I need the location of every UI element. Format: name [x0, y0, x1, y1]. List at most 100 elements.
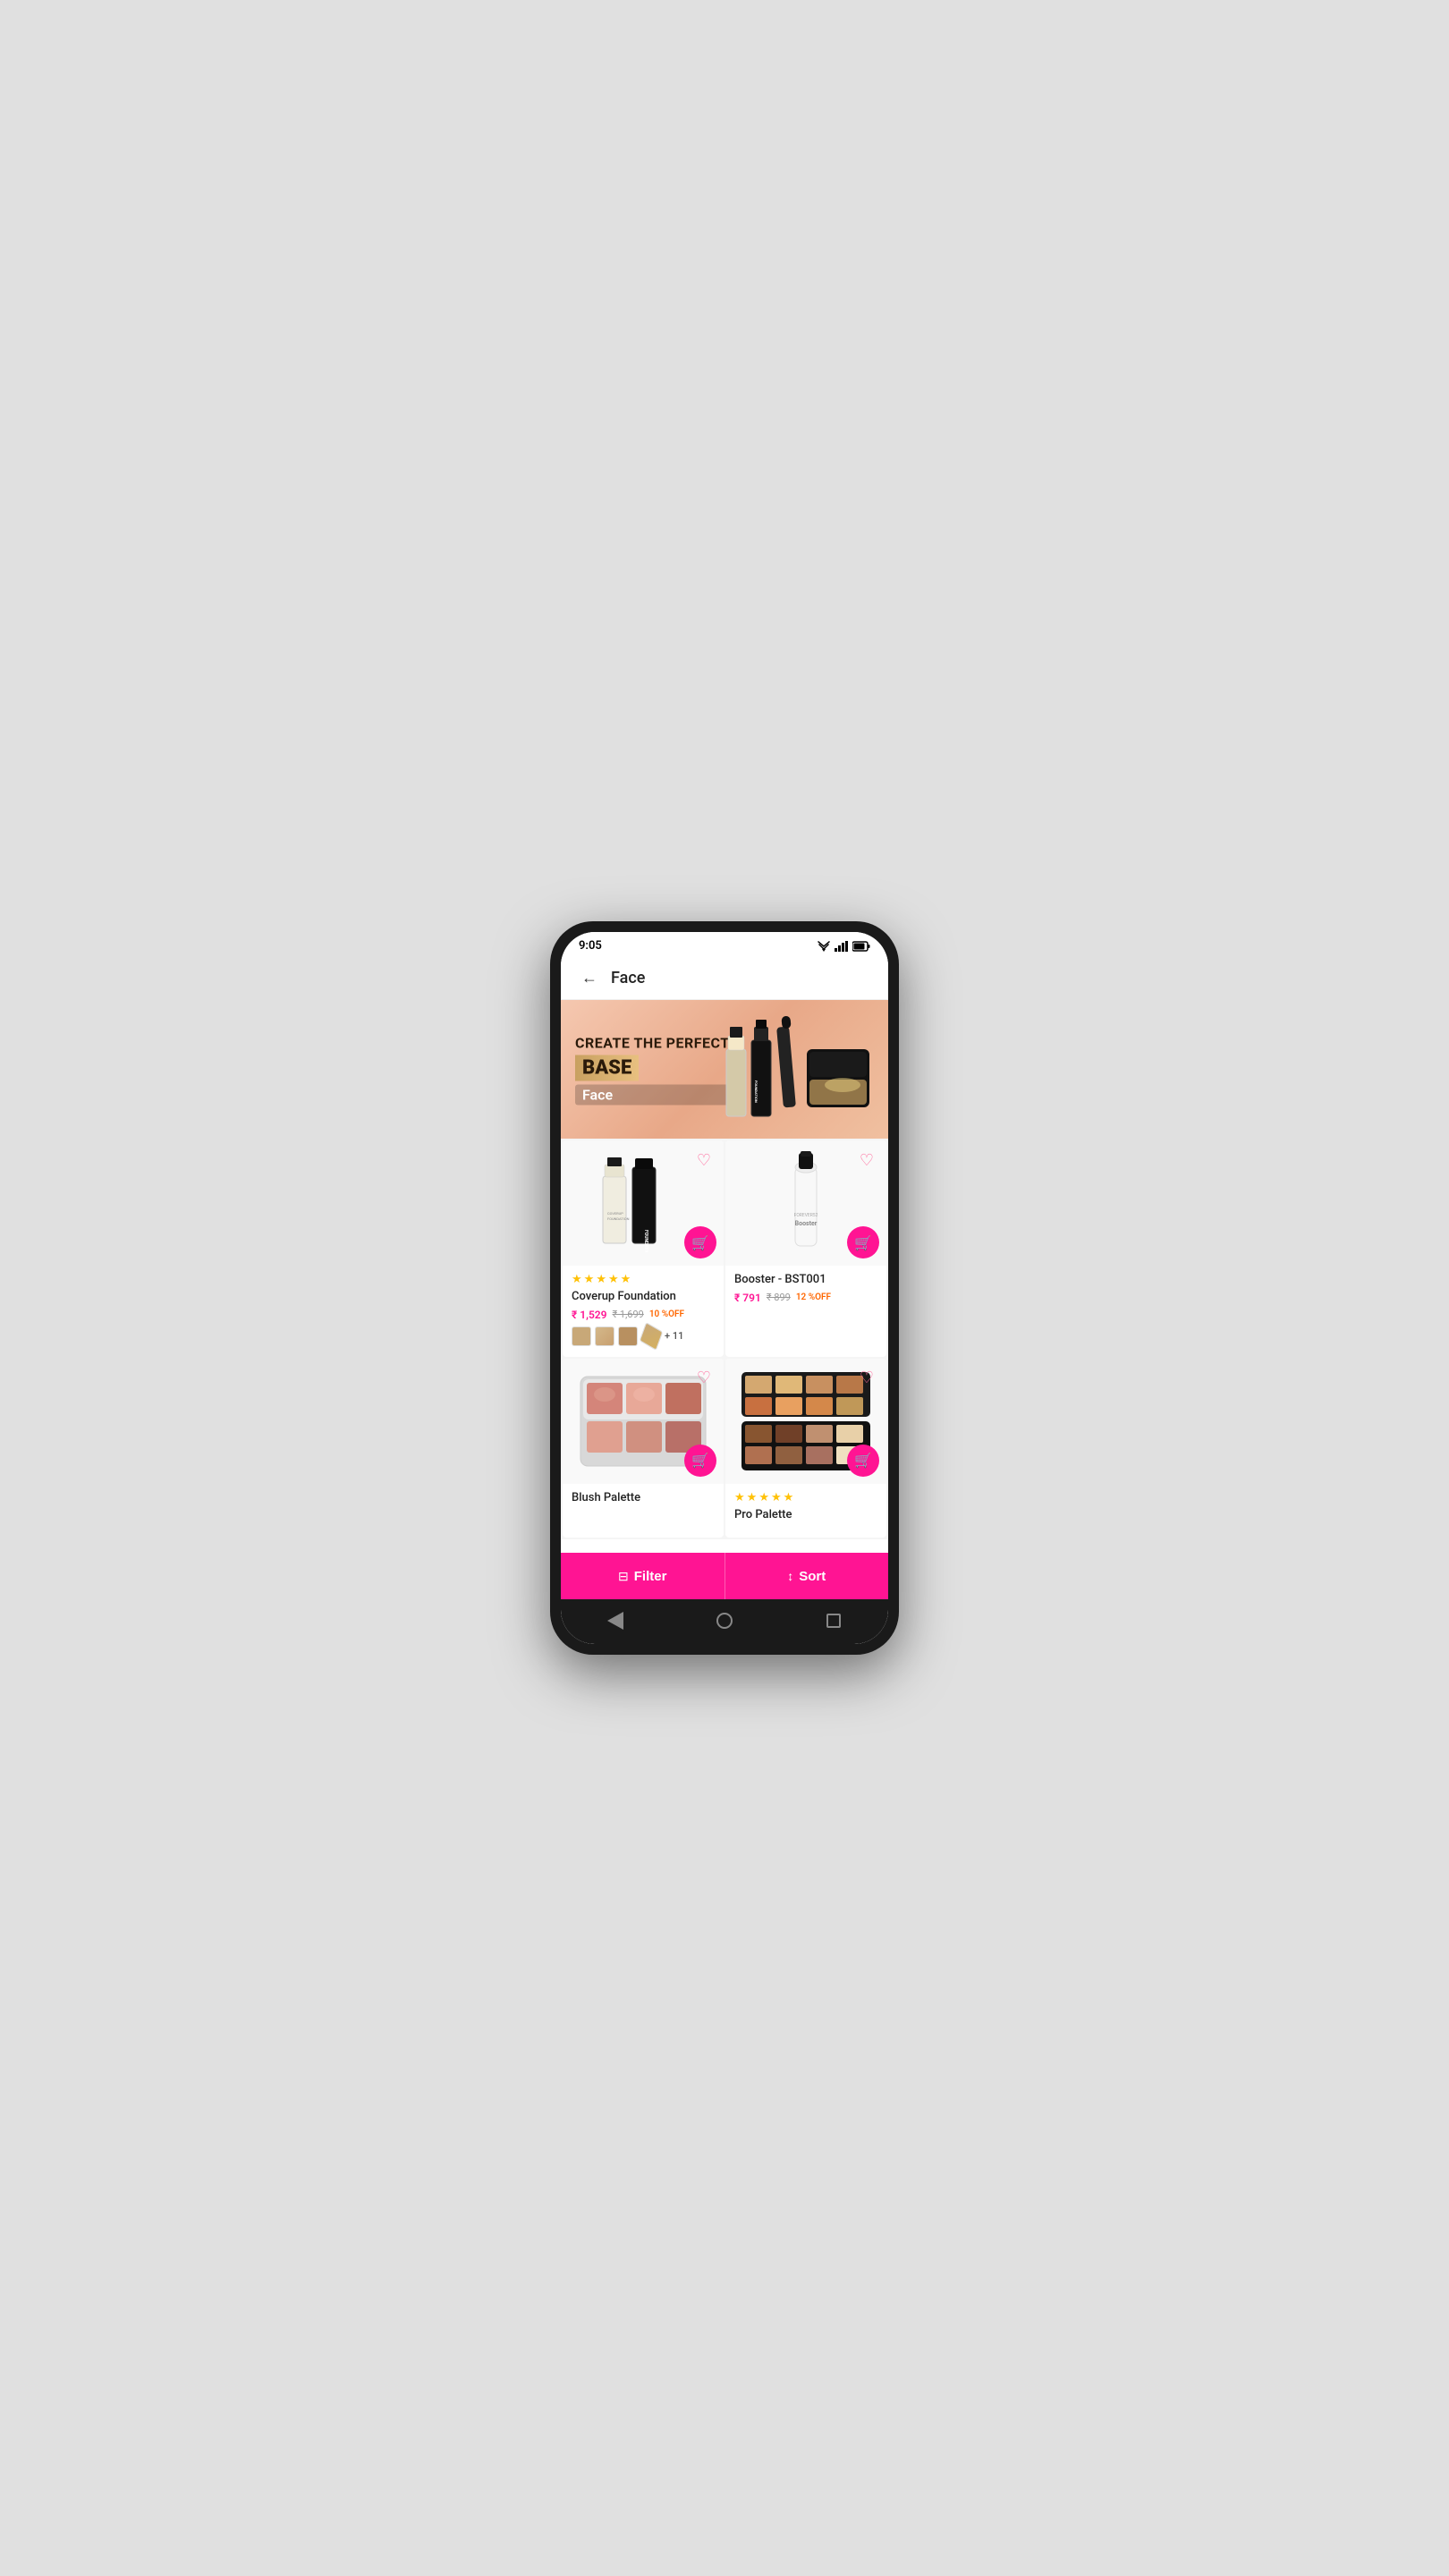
color-swatch[interactable] [572, 1326, 591, 1346]
sort-icon: ↕ [787, 1569, 793, 1583]
page-title: Face [611, 969, 645, 987]
product-image-booster: ♡ FOREVER52 Booster 🛒 [725, 1140, 886, 1266]
product-card[interactable]: ♡ [725, 1359, 886, 1538]
price-original-2: ₹ 899 [767, 1292, 791, 1303]
wishlist-button-4[interactable]: ♡ [854, 1366, 879, 1391]
product-image-pro-palette: ♡ [725, 1359, 886, 1484]
price-row-2: ₹ 791 ₹ 899 12 %OFF [734, 1292, 877, 1304]
foundation-product-image: COVERUP FOUNDATION FOUNDATION [598, 1154, 688, 1252]
product-info-3: Blush Palette [563, 1484, 724, 1521]
add-to-cart-button-3[interactable]: 🛒 [684, 1445, 716, 1477]
price-current-2: ₹ 791 [734, 1292, 761, 1304]
filter-label: Filter [634, 1569, 667, 1584]
add-to-cart-button-4[interactable]: 🛒 [847, 1445, 879, 1477]
svg-text:FOUNDATION: FOUNDATION [643, 1230, 648, 1252]
svg-text:FOUNDATION: FOUNDATION [607, 1216, 630, 1221]
filter-icon: ⊟ [618, 1569, 629, 1584]
product-name-3: Blush Palette [572, 1491, 715, 1506]
price-current-1: ₹ 1,529 [572, 1309, 607, 1321]
star-icon: ★ [758, 1491, 769, 1504]
cart-icon: 🛒 [691, 1234, 709, 1251]
add-to-cart-button-1[interactable]: 🛒 [684, 1226, 716, 1258]
banner-cosmetics-illustration: FOUNDATION [717, 1000, 878, 1139]
product-info-1: ★ ★ ★ ★ ★ Coverup Foundation ₹ 1,529 ₹ 1… [563, 1266, 724, 1357]
nav-bar [561, 1599, 888, 1644]
wifi-icon [817, 941, 831, 952]
product-name-1: Coverup Foundation [572, 1290, 715, 1305]
swatch-more-label: + 11 [665, 1330, 683, 1342]
product-card[interactable]: ♡ [563, 1359, 724, 1538]
cart-icon: 🛒 [854, 1452, 872, 1469]
color-swatch[interactable] [640, 1322, 664, 1351]
booster-product-image: FOREVER52 Booster [770, 1149, 842, 1257]
color-swatch[interactable] [595, 1326, 614, 1346]
wishlist-button-3[interactable]: ♡ [691, 1366, 716, 1391]
banner-products: FOUNDATION [708, 1000, 888, 1139]
recent-nav-icon [826, 1614, 841, 1628]
sort-button[interactable]: ↕ Sort [724, 1553, 889, 1599]
sort-label: Sort [799, 1569, 826, 1584]
heart-icon: ♡ [697, 1151, 711, 1170]
wishlist-button-1[interactable]: ♡ [691, 1148, 716, 1173]
signal-icon [835, 941, 849, 952]
heart-icon: ♡ [697, 1368, 711, 1387]
phone-frame: 9:05 [550, 921, 899, 1655]
banner-line1: CREATE THE PERFECT [575, 1034, 730, 1051]
svg-text:FOREVER52: FOREVER52 [794, 1213, 818, 1218]
back-button[interactable]: ← [575, 963, 604, 992]
product-image-foundation: ♡ COVERUP FOUNDATION FOUNDA [563, 1140, 724, 1266]
color-swatch[interactable] [618, 1326, 638, 1346]
star-icon: ★ [734, 1491, 745, 1504]
phone-screen: 9:05 [561, 932, 888, 1644]
star-icon: ★ [784, 1491, 794, 1504]
nav-home-button[interactable] [710, 1606, 739, 1635]
product-info-4: ★ ★ ★ ★ ★ Pro Palette [725, 1484, 886, 1538]
banner-line2: BASE [575, 1055, 639, 1080]
discount-badge-1: 10 %OFF [649, 1309, 684, 1319]
filter-button[interactable]: ⊟ Filter [561, 1553, 724, 1599]
price-original-1: ₹ 1,699 [613, 1309, 644, 1320]
cart-icon: 🛒 [691, 1452, 709, 1469]
heart-icon: ♡ [860, 1151, 874, 1170]
cart-icon: 🛒 [854, 1234, 872, 1251]
status-icons [817, 941, 870, 952]
battery-icon [852, 941, 870, 952]
nav-back-button[interactable] [601, 1606, 630, 1635]
banner: CREATE THE PERFECT BASE Face [561, 1000, 888, 1139]
price-row-1: ₹ 1,529 ₹ 1,699 10 %OFF [572, 1309, 715, 1321]
banner-text: CREATE THE PERFECT BASE Face [575, 1034, 730, 1105]
home-nav-icon [716, 1613, 733, 1629]
star-icon: ★ [584, 1273, 595, 1286]
svg-text:Booster: Booster [795, 1220, 818, 1227]
add-to-cart-button-2[interactable]: 🛒 [847, 1226, 879, 1258]
svg-text:FOUNDATION: FOUNDATION [754, 1080, 758, 1103]
product-rating-1: ★ ★ ★ ★ ★ [572, 1273, 715, 1286]
product-card[interactable]: ♡ COVERUP FOUNDATION FOUNDA [563, 1140, 724, 1357]
star-icon: ★ [596, 1273, 606, 1286]
product-rating-4: ★ ★ ★ ★ ★ [734, 1491, 877, 1504]
svg-text:COVERUP: COVERUP [607, 1211, 623, 1216]
discount-badge-2: 12 %OFF [796, 1292, 831, 1302]
scroll-content: CREATE THE PERFECT BASE Face [561, 1000, 888, 1553]
product-name-2: Booster - BST001 [734, 1273, 877, 1288]
header: ← Face [561, 956, 888, 1000]
product-image-blush-palette: ♡ [563, 1359, 724, 1484]
product-grid: ♡ COVERUP FOUNDATION FOUNDA [561, 1139, 888, 1539]
color-swatches-1: + 11 [572, 1326, 715, 1346]
star-icon: ★ [771, 1491, 782, 1504]
star-icon: ★ [572, 1273, 582, 1286]
status-bar: 9:05 [561, 932, 888, 956]
heart-icon: ♡ [860, 1368, 874, 1387]
back-nav-icon [607, 1612, 623, 1630]
status-time: 9:05 [579, 939, 602, 953]
product-name-4: Pro Palette [734, 1508, 877, 1523]
star-icon: ★ [608, 1273, 619, 1286]
banner-category: Face [575, 1084, 730, 1105]
product-card[interactable]: ♡ FOREVER52 Booster 🛒 [725, 1140, 886, 1357]
nav-recent-button[interactable] [819, 1606, 848, 1635]
product-info-2: Booster - BST001 ₹ 791 ₹ 899 12 %OFF [725, 1266, 886, 1320]
star-icon: ★ [747, 1491, 758, 1504]
star-icon: ★ [621, 1273, 631, 1286]
bottom-bar: ⊟ Filter ↕ Sort [561, 1553, 888, 1599]
wishlist-button-2[interactable]: ♡ [854, 1148, 879, 1173]
